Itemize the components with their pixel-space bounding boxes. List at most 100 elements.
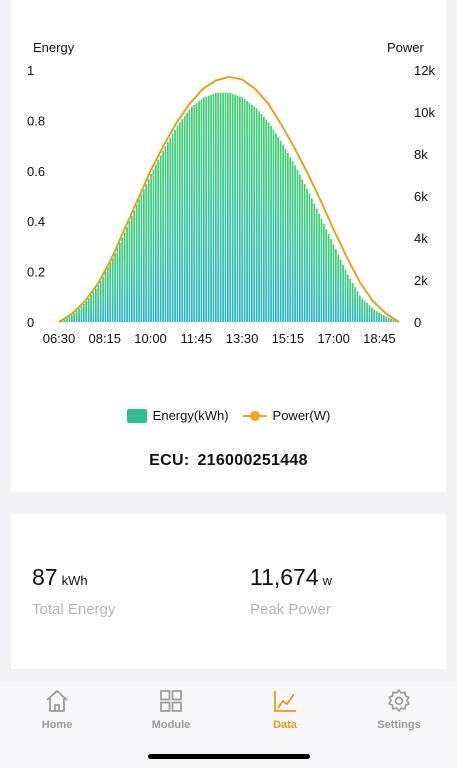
x-tick-label: 10:00 [134, 331, 167, 346]
energy-bar [205, 96, 208, 323]
energy-bar [368, 305, 371, 322]
energy-bar [66, 317, 68, 322]
energy-bar [270, 125, 272, 323]
energy-bar [335, 249, 337, 322]
energy-bar [71, 315, 73, 322]
energy-bar [207, 95, 210, 322]
total-energy-stat: 87 kWh Total Energy [32, 564, 115, 618]
energy-bar [131, 215, 133, 322]
energy-bar [246, 100, 248, 323]
energy-bar [215, 93, 217, 322]
energy-bar [282, 144, 284, 322]
x-tick-label: 06:30 [43, 331, 76, 346]
chart-icon [274, 691, 296, 712]
right-axis-label: Power [387, 40, 425, 55]
energy-bar [308, 193, 311, 322]
energy-bar [265, 119, 268, 323]
x-tick-label: 11:45 [181, 331, 213, 346]
tab-data-label: Data [273, 719, 297, 731]
energy-bar [107, 267, 109, 322]
energy-bar [198, 101, 200, 322]
energy-bar [140, 194, 143, 322]
x-tick-label: 08:15 [88, 331, 121, 346]
energy-bar [330, 239, 332, 322]
energy-bar [73, 313, 76, 322]
energy-bar [255, 108, 258, 322]
energy-bar [229, 92, 232, 322]
energy-bar [239, 96, 241, 322]
energy-bar [104, 271, 107, 322]
energy-bar [83, 303, 85, 322]
home-icon [46, 690, 68, 712]
energy-bar [361, 298, 364, 322]
peak-power-label: Peak Power [250, 601, 331, 618]
energy-bar [306, 188, 308, 322]
energy-bar [243, 99, 246, 322]
energy-bar [119, 242, 121, 322]
energy-bar [272, 129, 275, 322]
energy-bar [116, 247, 119, 322]
energy-bar [188, 109, 191, 322]
tab-settings-label: Settings [377, 719, 421, 731]
energy-bar [387, 317, 390, 322]
energy-bar [143, 189, 145, 322]
energy-bar [303, 183, 306, 322]
x-tick-label: 18:45 [363, 331, 396, 346]
energy-bar [354, 287, 356, 322]
energy-bar [296, 170, 299, 322]
grid-icon [160, 690, 182, 712]
legend-item-power[interactable]: Power(W) [242, 408, 331, 423]
energy-bar [171, 133, 174, 322]
energy-bar [275, 133, 277, 322]
energy-bar [224, 92, 227, 323]
energy-bar [263, 116, 265, 323]
tab-settings[interactable]: Settings [342, 688, 456, 731]
energy-bar [95, 288, 97, 322]
energy-bar [248, 102, 251, 322]
energy-bar [356, 291, 359, 322]
energy-bar [155, 164, 157, 322]
energy-bar [174, 129, 176, 322]
energy-bar [231, 93, 234, 322]
energy-bar [366, 303, 368, 322]
left-tick-label: 1 [27, 63, 34, 78]
peak-power-unit: w [322, 573, 333, 588]
right-tick-label: 0 [414, 315, 421, 330]
tab-home[interactable]: Home [0, 688, 114, 731]
left-tick-label: 0.8 [27, 113, 45, 128]
left-axis-label: Energy [33, 40, 75, 55]
energy-bar [200, 99, 203, 322]
energy-bar [251, 104, 253, 322]
power-line-marker-icon [242, 409, 267, 423]
energy-bar [299, 174, 301, 322]
left-axis-ticks: 0 0.2 0.4 0.6 0.8 1 [27, 63, 45, 330]
energy-bar [176, 125, 179, 322]
tab-module-label: Module [151, 719, 191, 731]
energy-bar [236, 95, 239, 322]
energy-bar [277, 137, 280, 322]
tab-module[interactable]: Module [114, 688, 228, 731]
gear-icon [388, 689, 410, 712]
energy-power-chart: Energy Power 0 0.2 0.4 0.6 0.8 1 0 2k 4k 6k 8k 10k… [27, 40, 435, 346]
energy-bar [260, 114, 263, 322]
energy-bar [315, 208, 318, 322]
energy-bar [169, 138, 172, 322]
peak-power-value: 11,674 [250, 564, 319, 590]
energy-bar [210, 94, 212, 322]
legend-power-label: Power(W) [272, 408, 331, 423]
energy-bar [150, 174, 152, 322]
energy-bar [380, 313, 383, 322]
energy-bar [349, 278, 352, 322]
energy-bar [325, 228, 328, 322]
total-energy-unit: kWh [61, 573, 88, 588]
energy-bar [133, 210, 136, 322]
right-tick-label: 8k [414, 147, 428, 162]
energy-bar [337, 254, 340, 322]
energy-swatch-icon [126, 408, 147, 423]
energy-bar [157, 160, 160, 322]
energy-bar [311, 198, 313, 322]
energy-bar [241, 97, 244, 323]
legend-item-energy[interactable]: Energy(kWh) [126, 408, 229, 423]
energy-bar [289, 157, 292, 322]
tab-data[interactable]: Data [228, 688, 342, 731]
